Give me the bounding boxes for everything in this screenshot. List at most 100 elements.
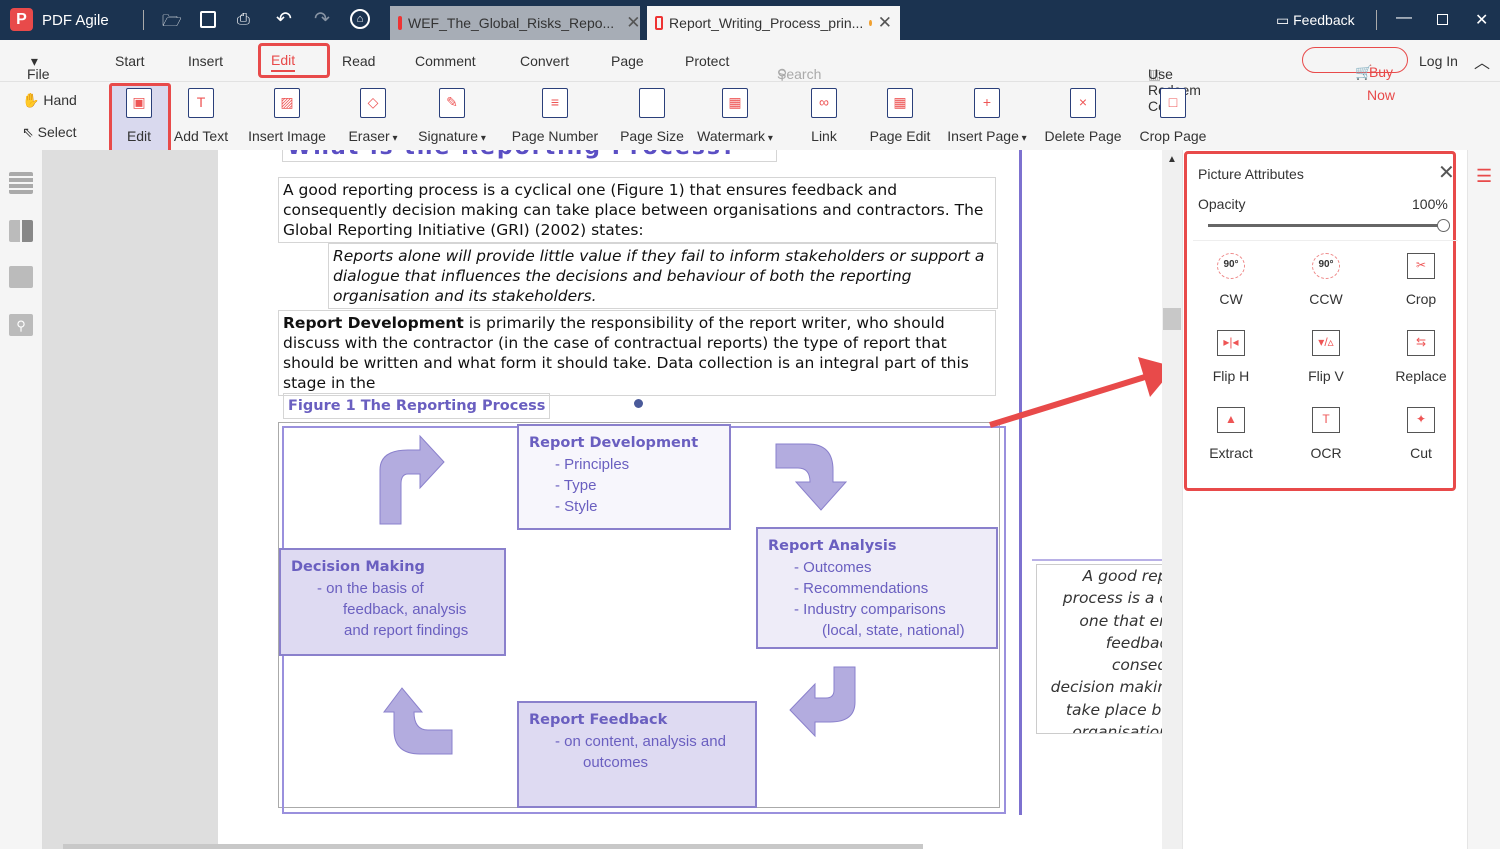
- action-ccw[interactable]: 90° CCW: [1281, 253, 1371, 307]
- column-divider: [1019, 150, 1022, 815]
- hand-tool[interactable]: ✋ Hand: [22, 92, 77, 109]
- menu-protect[interactable]: Protect: [685, 53, 729, 69]
- signature-icon: ✎: [439, 88, 465, 118]
- close-tab-icon[interactable]: ✕: [878, 13, 892, 33]
- menu-convert[interactable]: Convert: [520, 53, 569, 69]
- action-label: OCR: [1310, 445, 1342, 461]
- opacity-slider[interactable]: [1208, 219, 1450, 232]
- watermark-icon: ▦: [722, 88, 748, 118]
- tab-report[interactable]: Report_Writing_Process_prin... ✕: [647, 6, 900, 40]
- close-tab-icon[interactable]: ✕: [626, 13, 640, 33]
- tool-insert-page[interactable]: + Insert Page ▾: [942, 84, 1032, 150]
- select-tool[interactable]: ⇖ Select: [22, 124, 77, 141]
- close-window-button[interactable]: ✕: [1475, 10, 1488, 30]
- action-flip-v[interactable]: ▾/▵ Flip V: [1281, 330, 1371, 384]
- arrow-up-left: [383, 687, 453, 755]
- feedback-icon: ▭: [1276, 12, 1294, 28]
- tool-label: Eraser: [348, 128, 390, 144]
- tool-label: Watermark: [697, 128, 766, 144]
- dropdown-arrow-icon: ▾: [765, 133, 773, 144]
- action-label: Crop: [1405, 291, 1437, 307]
- undo-icon[interactable]: ↶: [276, 8, 292, 31]
- properties-icon[interactable]: ☰: [1476, 166, 1492, 187]
- tool-delete-page[interactable]: × Delete Page: [1038, 84, 1128, 150]
- tool-page-number[interactable]: ≡Page Number ▾: [510, 84, 600, 160]
- tool-crop-page[interactable]: □ Crop Page: [1128, 84, 1218, 150]
- tool-page-edit[interactable]: ▦ Page Edit: [855, 84, 945, 150]
- hand-icon: ✋: [22, 92, 40, 108]
- home-icon[interactable]: ⌂: [350, 9, 370, 29]
- menu-start[interactable]: Start: [115, 53, 145, 69]
- divider: [1376, 10, 1377, 30]
- right-strip: ☰: [1467, 150, 1500, 849]
- action-label: Cut: [1410, 445, 1432, 461]
- side-text-line: feedback: [1105, 633, 1162, 652]
- action-label: CCW: [1309, 291, 1343, 307]
- menu-page[interactable]: Page: [611, 53, 644, 69]
- page-edit-icon: ▦: [887, 88, 913, 118]
- dropdown-arrow-icon: ▾: [478, 133, 486, 144]
- menu-comment[interactable]: Comment: [415, 53, 476, 69]
- search-panel-icon[interactable]: ⚲: [9, 314, 33, 336]
- arrow-up-right: [379, 434, 445, 525]
- scroll-up-icon[interactable]: ▲: [1167, 154, 1177, 165]
- tool-watermark[interactable]: ▦ Watermark ▾: [690, 84, 780, 150]
- gray-margin: [43, 150, 218, 849]
- app-logo: P: [10, 8, 33, 31]
- minimize-button[interactable]: —: [1396, 9, 1412, 27]
- app-name: PDF Agile: [42, 12, 109, 29]
- tool-label: Edit: [126, 128, 152, 144]
- tool-insert-image[interactable]: ▨ Insert Image: [242, 84, 332, 150]
- feedback-button[interactable]: ▭ Feedback: [1276, 12, 1355, 29]
- cw-icon: 90°: [1217, 253, 1245, 279]
- horizontal-scrollbar[interactable]: [63, 844, 923, 849]
- action-crop[interactable]: ✂ Crop: [1376, 253, 1466, 307]
- menu-insert[interactable]: Insert: [188, 53, 223, 69]
- flip-v-icon: ▾/▵: [1312, 330, 1340, 356]
- side-text-line: take place bet: [1065, 700, 1162, 719]
- save-icon[interactable]: [200, 11, 216, 28]
- page-size-icon: [639, 88, 665, 118]
- eraser-icon: ◇: [360, 88, 386, 118]
- vertical-scrollbar[interactable]: ▲: [1162, 150, 1182, 849]
- tab-wef[interactable]: WEF_The_Global_Risks_Repo... ✕: [390, 6, 640, 40]
- collapse-ribbon-icon[interactable]: ︿: [1474, 49, 1490, 73]
- buy-now-button[interactable]: 🛒 Buy Now: [1302, 47, 1408, 103]
- outline-icon[interactable]: [9, 172, 33, 194]
- redo-icon[interactable]: ↷: [314, 8, 330, 31]
- delete-page-icon: ×: [1070, 88, 1096, 118]
- scroll-thumb[interactable]: [1163, 308, 1181, 330]
- action-label: CW: [1219, 291, 1243, 307]
- annotation-arrow: [989, 357, 1175, 428]
- tool-page-size[interactable]: Page Size: [607, 84, 697, 150]
- action-ocr[interactable]: T OCR: [1281, 407, 1371, 461]
- ocr-icon: T: [1312, 407, 1340, 433]
- tool-add-text[interactable]: T Add Text: [156, 84, 246, 150]
- side-text[interactable]: A good repo process is a cy one that ens fe…: [1036, 564, 1162, 734]
- panel-title: Picture Attributes: [1198, 166, 1304, 182]
- tool-signature[interactable]: ✎ Signature ▾: [407, 84, 497, 150]
- slider-thumb[interactable]: [1437, 219, 1450, 232]
- side-text-line: consequ: [1111, 656, 1162, 675]
- opacity-label: Opacity: [1198, 196, 1246, 212]
- crop-icon: ✂: [1407, 253, 1435, 279]
- open-folder-icon[interactable]: 🗁: [162, 10, 182, 37]
- opacity-value: 100%: [1412, 196, 1448, 212]
- pdf-page: What is the Reporting Process? A good re…: [218, 150, 1162, 849]
- thumbnails-icon[interactable]: [9, 220, 33, 242]
- action-flip-h[interactable]: ▸|◂ Flip H: [1186, 330, 1276, 384]
- action-cut[interactable]: ✦ Cut: [1376, 407, 1466, 461]
- login-button[interactable]: Log In: [1419, 53, 1458, 69]
- tool-label: Add Text: [173, 128, 229, 144]
- menu-file[interactable]: File ▾: [27, 53, 50, 82]
- menu-read[interactable]: Read: [342, 53, 375, 69]
- action-extract[interactable]: ▲ Extract: [1186, 407, 1276, 461]
- action-replace[interactable]: ⇆ Replace: [1376, 330, 1466, 384]
- maximize-button[interactable]: [1437, 14, 1448, 25]
- tool-eraser[interactable]: ◇ Eraser ▾: [328, 84, 418, 150]
- menu-bar: File ▾ Start Insert Edit Read Comment Co…: [0, 40, 1500, 114]
- action-cw[interactable]: 90° CW: [1186, 253, 1276, 307]
- annotations-icon[interactable]: [9, 266, 33, 288]
- close-panel-icon[interactable]: ✕: [1438, 160, 1455, 185]
- print-icon[interactable]: ⎙: [237, 11, 250, 29]
